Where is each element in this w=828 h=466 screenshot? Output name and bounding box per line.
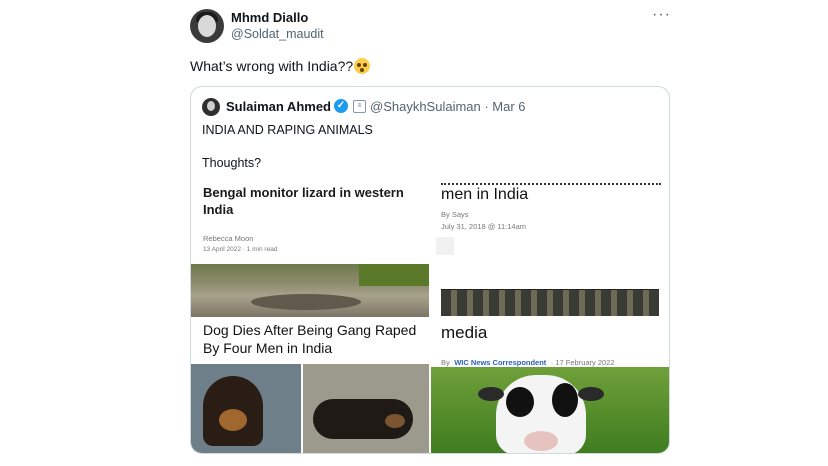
cropped-text-line [441, 180, 661, 185]
article-byline: Rebecca Moon [203, 234, 254, 243]
quoted-author-avatar[interactable] [202, 98, 220, 116]
article-byline[interactable]: WIC News Correspondent [454, 358, 546, 367]
article-headline: Dog Dies After Being Gang Raped By Four … [203, 322, 417, 356]
tweet-text-body: What’s wrong with India?? [190, 58, 354, 74]
verified-badge-icon: ✓ [334, 99, 348, 113]
author-name[interactable]: Mhmd Diallo [231, 10, 308, 25]
affiliation-badge-icon: ≡ [353, 100, 366, 113]
article-headline: media [441, 323, 488, 342]
quoted-handle-date[interactable]: @ShaykhSulaiman · Mar 6 [370, 99, 526, 114]
dog-photo-2 [303, 364, 429, 453]
quoted-text-line1: INDIA AND RAPING ANIMALS [202, 123, 373, 137]
flushed-face-emoji-icon [354, 58, 371, 74]
more-options-icon[interactable]: ··· [652, 6, 671, 24]
article-headline: Bengal monitor lizard in western India [203, 185, 404, 217]
placeholder-box [436, 237, 454, 255]
tweet-text: What’s wrong with India?? [190, 58, 371, 74]
author-avatar[interactable] [190, 9, 224, 43]
media-image-1[interactable]: Bengal monitor lizard in western India R… [191, 180, 429, 317]
article-headline: men in India [441, 186, 529, 203]
media-image-3[interactable]: Dog Dies After Being Gang Raped By Four … [191, 319, 429, 453]
quoted-author-name[interactable]: Sulaiman Ahmed [226, 99, 331, 114]
quoted-text-line2: Thoughts? [202, 156, 262, 170]
article-date: 13 April 2022 · 1 min read [203, 246, 278, 253]
article-date: · 17 February 2022 [550, 358, 615, 367]
calf-photo [431, 367, 669, 453]
quoted-tweet-card[interactable]: Sulaiman Ahmed ✓ ≡ @ShaykhSulaiman · Mar… [190, 86, 670, 454]
article-byline: By Says [441, 210, 469, 219]
lizard-photo [191, 264, 429, 317]
media-image-4[interactable]: media By WIC News Correspondent · 17 Feb… [431, 319, 669, 453]
snake-photo [441, 289, 659, 316]
author-handle[interactable]: @Soldat_maudit [231, 27, 324, 41]
article-date: July 31, 2018 @ 11:14am [441, 222, 527, 231]
dog-photo-1 [191, 364, 301, 453]
article-byline-prefix: By [441, 358, 450, 367]
media-image-2[interactable]: men in India By Says July 31, 2018 @ 11:… [431, 180, 669, 317]
